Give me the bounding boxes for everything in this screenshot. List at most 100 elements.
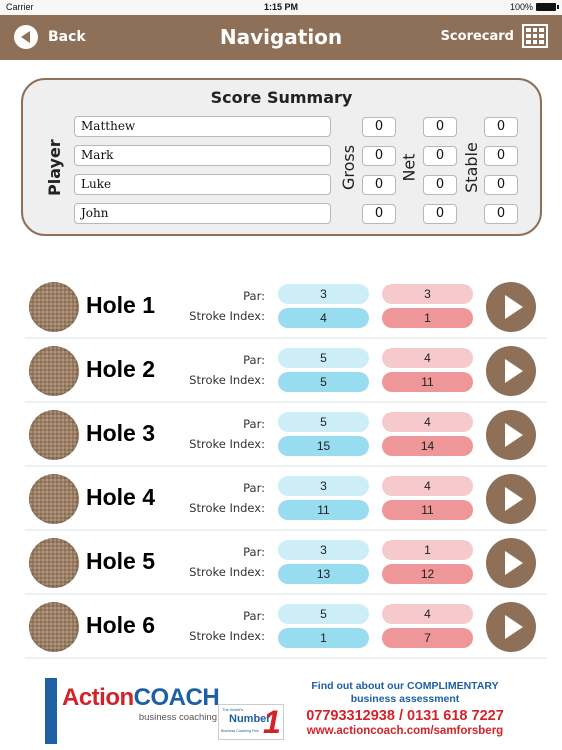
ad-phone: 07793312938 / 0131 618 7227 [306, 708, 504, 724]
player-column-label: Player [45, 139, 64, 196]
stroke-index-value-red: 14 [382, 436, 473, 456]
hole-name: Hole 2 [86, 356, 156, 382]
scorecard-label: Scorecard [440, 28, 514, 44]
navigation-bar: Back Navigation Scorecard [0, 15, 562, 60]
hole-name: Hole 5 [86, 548, 156, 574]
battery-percent: 100% [509, 2, 533, 12]
badge-bottom-text: Business Coaching Firm [221, 729, 259, 733]
player-name-field[interactable]: John [74, 203, 331, 224]
hole-name: Hole 4 [86, 484, 156, 510]
stroke-index-value-blue: 1 [278, 628, 369, 648]
net-score[interactable]: 0 [423, 204, 457, 224]
stable-score[interactable]: 0 [484, 117, 518, 137]
stroke-index-label: Stroke Index: [189, 565, 265, 579]
stroke-index-value-blue: 13 [278, 564, 369, 584]
scorecard-button[interactable]: Scorecard [441, 24, 548, 48]
number-one-badge: The World's Number Business Coaching Fir… [218, 704, 284, 740]
par-value-blue: 3 [278, 284, 369, 304]
play-hole-button[interactable] [486, 410, 536, 460]
logo-coach-text: COACH [133, 684, 220, 711]
stroke-index-label: Stroke Index: [189, 309, 265, 323]
advertisement-banner[interactable]: ActionCOACH business coaching The World'… [0, 664, 562, 750]
ad-text-block: Find out about our COMPLIMENTARY busines… [295, 680, 515, 737]
par-label: Par: [243, 417, 265, 431]
status-bar: Carrier 1:15 PM 100% [0, 0, 562, 15]
par-label: Par: [243, 353, 265, 367]
play-hole-button[interactable] [486, 346, 536, 396]
hole-row[interactable]: Hole 3 Par: Stroke Index: 5 15 4 14 [25, 403, 547, 467]
par-value-red: 4 [382, 348, 473, 368]
stroke-index-label: Stroke Index: [189, 373, 265, 387]
golf-ball-icon [29, 410, 79, 460]
par-value-blue: 3 [278, 476, 369, 496]
stable-score[interactable]: 0 [484, 146, 518, 166]
stroke-index-value-red: 7 [382, 628, 473, 648]
actioncoach-logo: ActionCOACH business coaching [58, 682, 223, 734]
par-value-red: 1 [382, 540, 473, 560]
stroke-index-label: Stroke Index: [189, 629, 265, 643]
par-label: Par: [243, 545, 265, 559]
golf-ball-icon [29, 538, 79, 588]
stroke-index-value-red: 12 [382, 564, 473, 584]
par-value-blue: 5 [278, 604, 369, 624]
hole-row[interactable]: Hole 4 Par: Stroke Index: 3 11 4 11 [25, 467, 547, 531]
stroke-index-value-blue: 11 [278, 500, 369, 520]
par-value-red: 4 [382, 604, 473, 624]
badge-one-glyph: 1 [263, 704, 281, 740]
stroke-index-value-blue: 4 [278, 308, 369, 328]
hole-row[interactable]: Hole 5 Par: Stroke Index: 3 13 1 12 [25, 531, 547, 595]
hole-row[interactable]: Hole 6 Par: Stroke Index: 5 1 4 7 [25, 595, 547, 659]
battery-indicator: 100% [509, 2, 559, 12]
logo-action-text: Action [62, 684, 134, 711]
par-label: Par: [243, 481, 265, 495]
golf-ball-icon [29, 282, 79, 332]
net-score[interactable]: 0 [423, 117, 457, 137]
player-name-field[interactable]: Mark [74, 145, 331, 166]
play-hole-button[interactable] [486, 538, 536, 588]
par-value-blue: 5 [278, 412, 369, 432]
play-hole-button[interactable] [486, 602, 536, 652]
stable-score[interactable]: 0 [484, 175, 518, 195]
grid-icon [522, 24, 548, 48]
par-value-blue: 5 [278, 348, 369, 368]
golf-ball-icon [29, 602, 79, 652]
play-hole-button[interactable] [486, 282, 536, 332]
player-name-field[interactable]: Luke [74, 174, 331, 195]
golf-ball-icon [29, 474, 79, 524]
hole-row[interactable]: Hole 1 Par: Stroke Index: 3 4 3 1 [25, 275, 547, 339]
golf-ball-icon [29, 346, 79, 396]
gross-score[interactable]: 0 [362, 117, 396, 137]
gross-score[interactable]: 0 [362, 146, 396, 166]
hole-name: Hole 1 [86, 292, 156, 318]
par-value-red: 4 [382, 476, 473, 496]
stroke-index-value-blue: 15 [278, 436, 369, 456]
play-hole-button[interactable] [486, 474, 536, 524]
par-value-red: 3 [382, 284, 473, 304]
par-value-red: 4 [382, 412, 473, 432]
stable-score[interactable]: 0 [484, 204, 518, 224]
ad-accent-bar [45, 678, 57, 744]
hole-row[interactable]: Hole 2 Par: Stroke Index: 5 5 4 11 [25, 339, 547, 403]
gross-score[interactable]: 0 [362, 204, 396, 224]
stroke-index-value-red: 1 [382, 308, 473, 328]
hole-name: Hole 6 [86, 612, 156, 638]
score-summary-panel: Score Summary Player Matthew Mark Luke J… [21, 78, 542, 236]
gross-score[interactable]: 0 [362, 175, 396, 195]
net-score[interactable]: 0 [423, 175, 457, 195]
ad-url[interactable]: www.actioncoach.com/samforsberg [295, 725, 515, 737]
par-label: Par: [243, 289, 265, 303]
par-label: Par: [243, 609, 265, 623]
score-summary-title: Score Summary [210, 88, 353, 107]
hole-name: Hole 3 [86, 420, 156, 446]
stroke-index-label: Stroke Index: [189, 501, 265, 515]
gross-column-label: Gross [339, 144, 359, 191]
net-score[interactable]: 0 [423, 146, 457, 166]
stroke-index-value-red: 11 [382, 372, 473, 392]
battery-icon [536, 3, 559, 11]
stroke-index-value-red: 11 [382, 500, 473, 520]
logo-subtitle: business coaching [138, 712, 217, 723]
stroke-index-label: Stroke Index: [189, 437, 265, 451]
hole-list[interactable]: Hole 1 Par: Stroke Index: 3 4 3 1 Hole 2… [25, 275, 547, 669]
ad-headline: Find out about our COMPLIMENTARY [311, 680, 499, 692]
player-name-field[interactable]: Matthew [74, 116, 331, 137]
